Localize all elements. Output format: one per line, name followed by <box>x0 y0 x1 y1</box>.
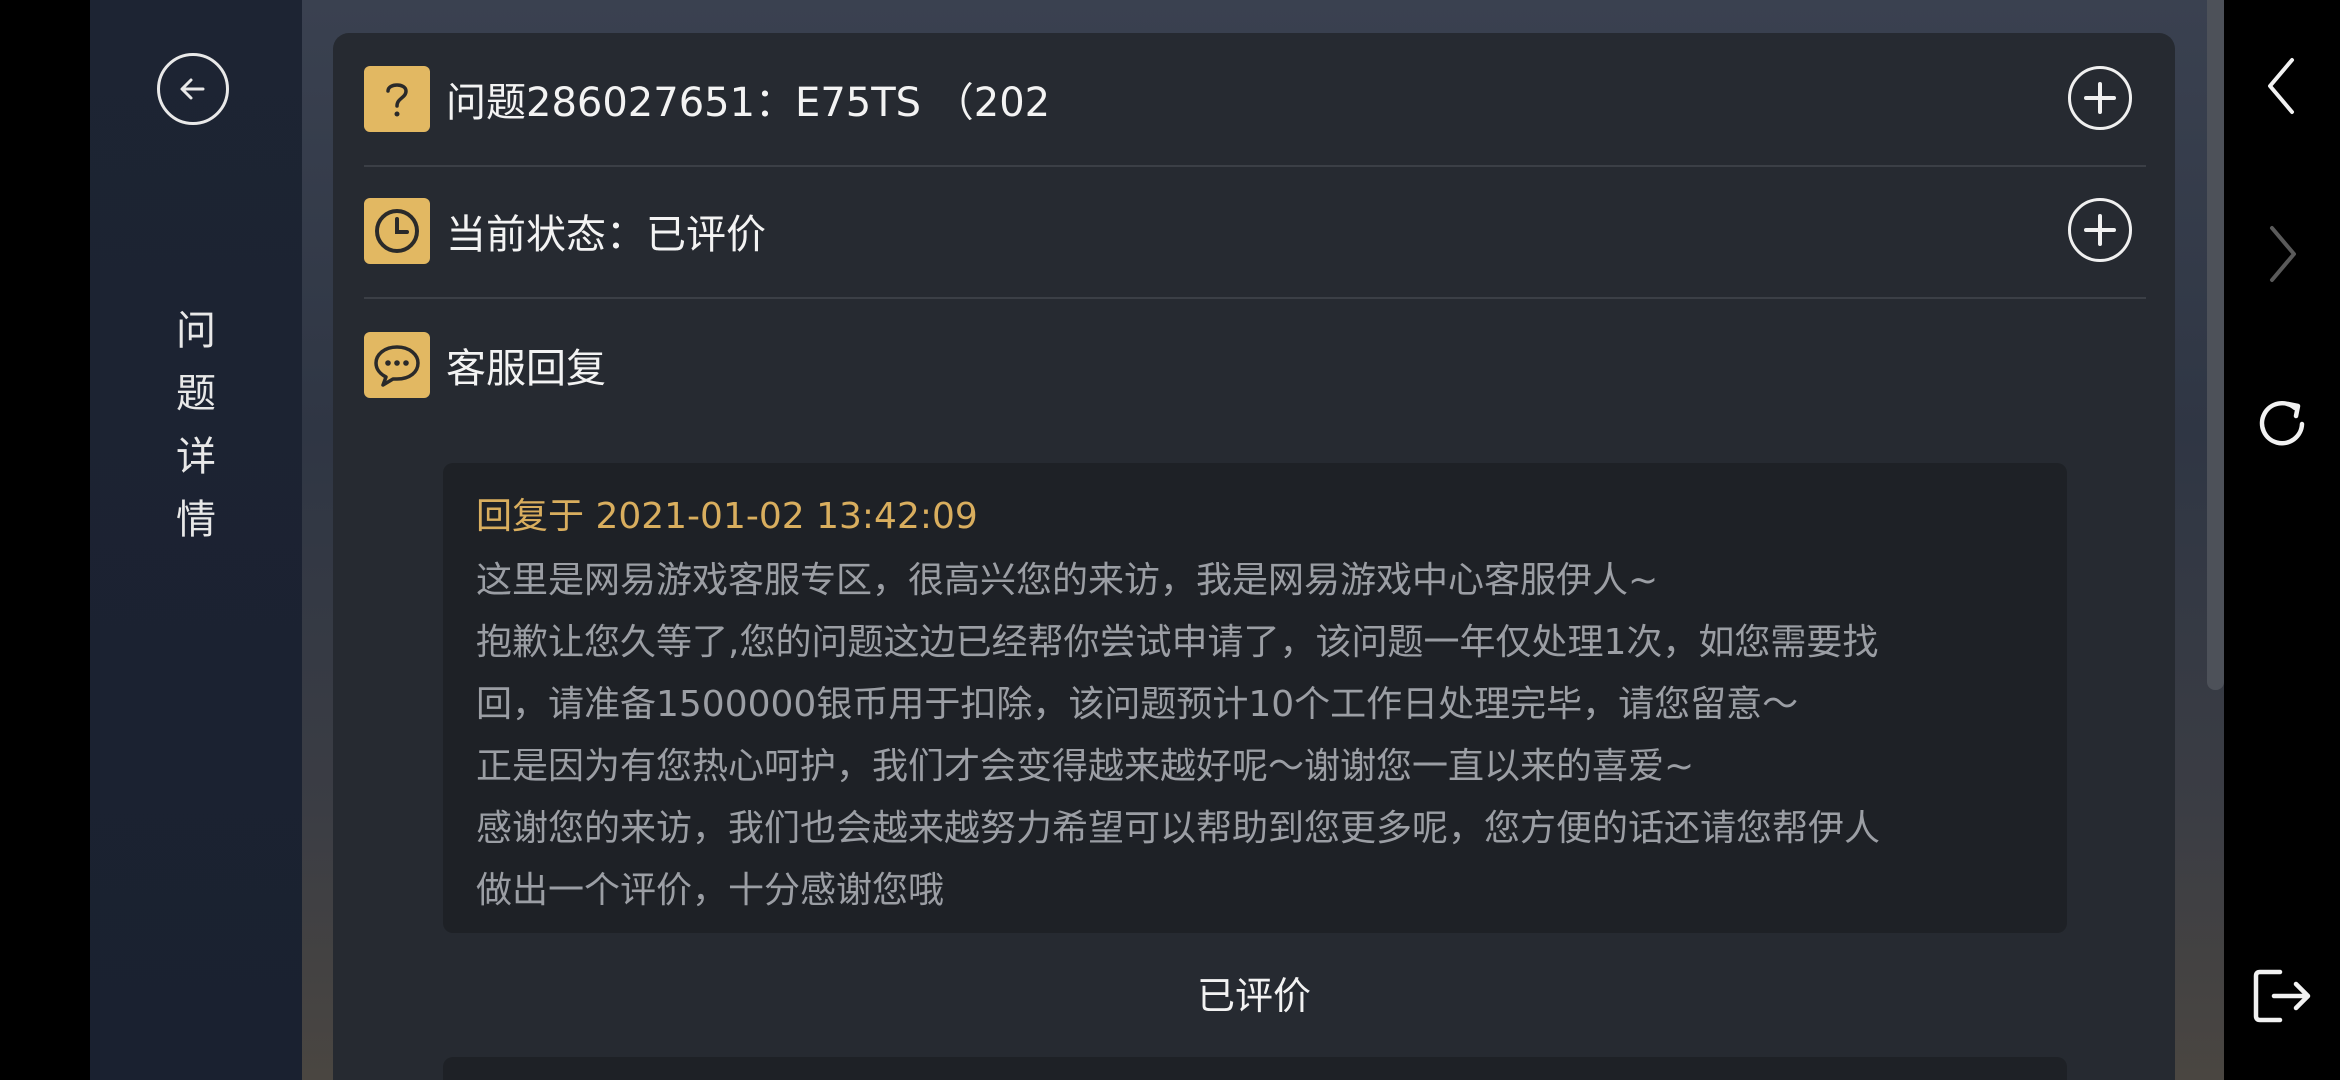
question-mark-icon <box>364 66 430 132</box>
scrollbar[interactable] <box>2207 0 2224 690</box>
nav-exit-button[interactable] <box>2250 964 2314 1028</box>
reply-line: 做出一个评价，十分感谢您哦 <box>476 870 945 911</box>
arrow-left-circle-icon <box>180 78 205 100</box>
status-expand-button[interactable] <box>2068 198 2132 262</box>
next-reply-box <box>443 1057 2067 1080</box>
reply-line: 这里是网易游戏客服专区，很高兴您的来访，我是网易游戏中心客服伊人~ <box>476 560 1659 601</box>
exit-icon <box>2253 969 2311 1023</box>
service-reply-header: 客服回复 <box>446 346 606 392</box>
status-text: 当前状态：已评价 <box>446 212 766 258</box>
reply-content: 这里是网易游戏客服专区，很高兴您的来访，我是网易游戏中心客服伊人~ 抱歉让您久等… <box>476 550 2036 922</box>
reply-line: 抱歉让您久等了,您的问题这边已经帮你尝试申请了，该问题一年仅处理1次，如您需要找 <box>476 622 1879 663</box>
back-button[interactable] <box>157 53 229 125</box>
chevron-left-icon <box>2268 58 2294 114</box>
page-title-char: 情 <box>176 497 216 543</box>
reply-line: 正是因为有您热心呵护，我们才会变得越来越好呢～谢谢您一直以来的喜爱~ <box>476 746 1695 787</box>
reply-line: 感谢您的来访，我们也会越来越努力希望可以帮助到您更多呢，您方便的话还请您帮伊人 <box>476 808 1881 849</box>
service-reply-row: 客服回复 <box>364 299 2146 431</box>
reply-timestamp: 回复于 2021-01-02 13:42:09 <box>476 496 978 537</box>
nav-strip <box>2224 0 2340 1080</box>
question-title: 问题286027651：E75TS （202 <box>446 80 1051 126</box>
clock-icon <box>364 198 430 264</box>
status-row: 当前状态：已评价 <box>364 165 2146 299</box>
plus-circle-icon <box>2084 82 2116 114</box>
left-edge <box>0 0 90 1080</box>
question-row: 问题286027651：E75TS （202 <box>364 33 2146 167</box>
nav-refresh-button[interactable] <box>2250 392 2314 456</box>
page-title-char: 题 <box>176 371 216 417</box>
nav-forward-button[interactable] <box>2250 222 2314 286</box>
plus-circle-icon <box>2084 214 2116 246</box>
page-title-char: 详 <box>176 434 216 480</box>
chevron-right-icon <box>2270 226 2296 282</box>
page-title-char: 问 <box>176 308 216 354</box>
nav-back-button[interactable] <box>2250 54 2314 118</box>
question-expand-button[interactable] <box>2068 66 2132 130</box>
refresh-icon <box>2259 400 2305 446</box>
rating-status: 已评价 <box>1196 974 1311 1018</box>
chat-bubble-icon <box>364 332 430 398</box>
reply-line: 回，请准备1500000银币用于扣除，该问题预计10个工作日处理完毕，请您留意～ <box>476 684 1799 725</box>
